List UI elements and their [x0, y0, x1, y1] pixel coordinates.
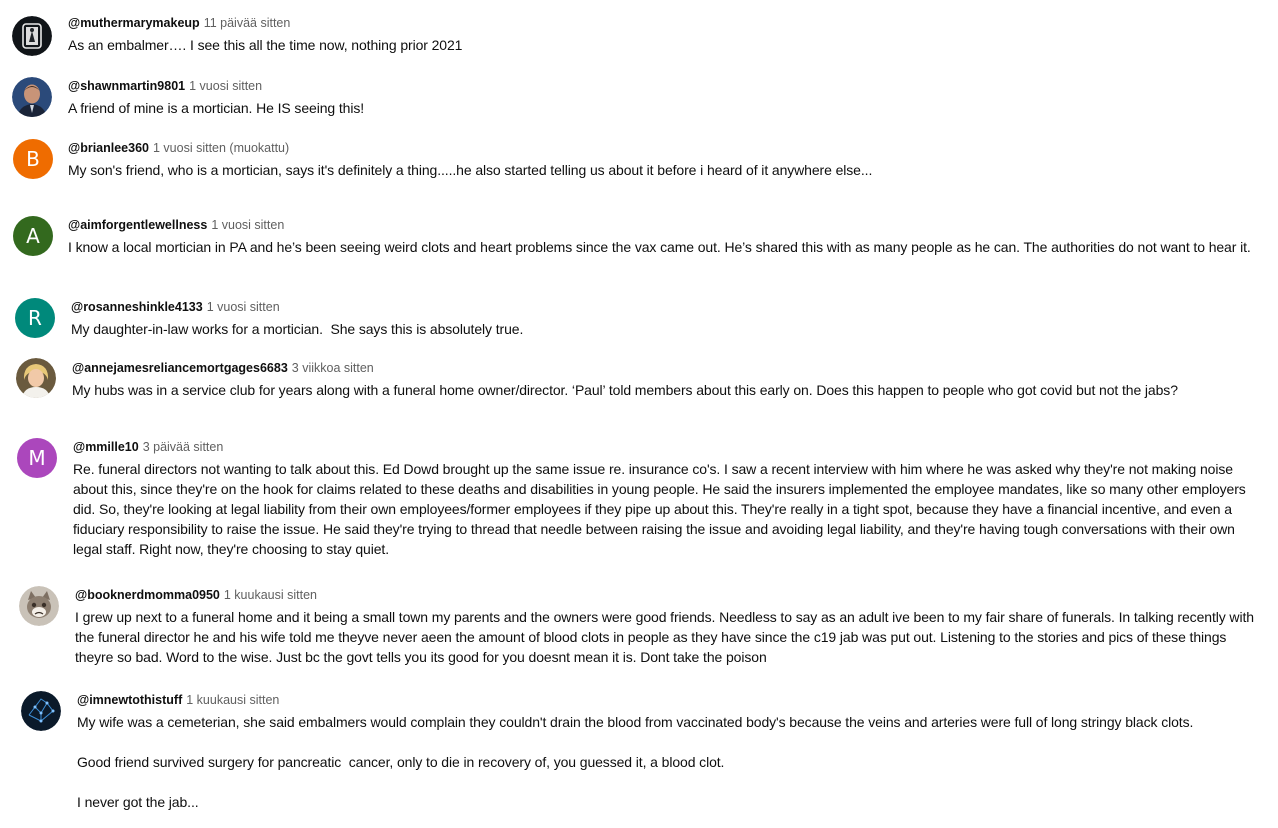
- profile-photo-icon: [12, 77, 52, 117]
- comment-timestamp[interactable]: 3 päivää sitten: [143, 440, 224, 454]
- comment-author[interactable]: @rosanneshinkle4133: [71, 300, 203, 314]
- avatar[interactable]: [19, 586, 59, 626]
- comment-header: @rosanneshinkle4133 1 vuosi sitten: [71, 298, 1254, 316]
- avatar[interactable]: M: [17, 438, 57, 478]
- comment-author[interactable]: @aimforgentlewellness: [68, 218, 207, 232]
- comment-header: @imnewtothistuff 1 kuukausi sitten: [77, 691, 1254, 709]
- comment-text: I know a local mortician in PA and he’s …: [68, 239, 1251, 255]
- avatar-letter: B: [26, 147, 40, 171]
- comment-timestamp[interactable]: 1 vuosi sitten (muokattu): [153, 141, 289, 155]
- comment-header: @shawnmartin9801 1 vuosi sitten: [68, 77, 1254, 95]
- comment-body: @brianlee360 1 vuosi sitten (muokattu) My…: [68, 139, 1254, 180]
- avatar[interactable]: [21, 691, 61, 731]
- comment-text: Re. funeral directors not wanting to tal…: [73, 461, 1250, 557]
- avatar-letter: R: [28, 306, 42, 330]
- comment-timestamp[interactable]: 1 vuosi sitten: [189, 79, 262, 93]
- comment-timestamp[interactable]: 1 vuosi sitten: [211, 218, 284, 232]
- avatar[interactable]: [16, 358, 56, 398]
- avatar[interactable]: B: [13, 139, 53, 179]
- comment-header: @muthermarymakeup 11 päivää sitten: [68, 14, 1254, 32]
- comment-text: My wife was a cemeterian, she said embal…: [77, 714, 1194, 810]
- comment-body: @annejamesreliancemortgages6683 3 viikkoa…: [72, 359, 1254, 400]
- comment-text: My hubs was in a service club for years …: [72, 382, 1178, 398]
- framed-portrait-icon: [12, 16, 52, 56]
- comment-header: @aimforgentlewellness 1 vuosi sitten: [68, 216, 1254, 234]
- comment-author[interactable]: @booknerdmomma0950: [75, 588, 220, 602]
- avatar[interactable]: R: [15, 298, 55, 338]
- comment-header: @mmille10 3 päivää sitten: [73, 438, 1254, 456]
- comment-body: @booknerdmomma0950 1 kuukausi sitten I gr…: [75, 586, 1254, 667]
- comment-header: @brianlee360 1 vuosi sitten (muokattu): [68, 139, 1254, 157]
- comment-body: @mmille10 3 päivää sitten Re. funeral dir…: [73, 438, 1254, 559]
- comment-body: @muthermarymakeup 11 päivää sitten As an …: [68, 14, 1254, 55]
- avatar-letter: A: [26, 224, 40, 248]
- comment-text: As an embalmer…. I see this all the time…: [68, 37, 463, 53]
- cat-photo-icon: [19, 586, 59, 626]
- comment-timestamp[interactable]: 3 viikkoa sitten: [292, 361, 374, 375]
- comment-body: @imnewtothistuff 1 kuukausi sitten My wif…: [77, 691, 1254, 812]
- comment-text: A friend of mine is a mortician. He IS s…: [68, 100, 365, 116]
- avatar[interactable]: [12, 77, 52, 117]
- comment-timestamp[interactable]: 11 päivää sitten: [204, 16, 291, 30]
- comment-timestamp[interactable]: 1 kuukausi sitten: [224, 588, 317, 602]
- comment-author[interactable]: @shawnmartin9801: [68, 79, 185, 93]
- comment-text: My son's friend, who is a mortician, say…: [68, 162, 873, 178]
- avatar[interactable]: [12, 16, 52, 56]
- blue-network-icon: [21, 691, 61, 731]
- comment-text: I grew up next to a funeral home and it …: [75, 609, 1258, 665]
- comment-author[interactable]: @imnewtothistuff: [77, 693, 182, 707]
- comment-author[interactable]: @muthermarymakeup: [68, 16, 200, 30]
- comment-timestamp[interactable]: 1 vuosi sitten: [207, 300, 280, 314]
- comment-author[interactable]: @annejamesreliancemortgages6683: [72, 361, 288, 375]
- avatar-letter: M: [28, 446, 46, 470]
- comment-header: @booknerdmomma0950 1 kuukausi sitten: [75, 586, 1254, 604]
- comment-body: @shawnmartin9801 1 vuosi sitten A friend …: [68, 77, 1254, 118]
- comment-text: My daughter-in-law works for a mortician…: [71, 321, 524, 337]
- profile-photo-icon: [16, 358, 56, 398]
- comment-timestamp[interactable]: 1 kuukausi sitten: [186, 693, 279, 707]
- comment-body: @rosanneshinkle4133 1 vuosi sitten My dau…: [71, 298, 1254, 339]
- comment-body: @aimforgentlewellness 1 vuosi sitten I kn…: [68, 216, 1254, 257]
- avatar[interactable]: A: [13, 216, 53, 256]
- comment-header: @annejamesreliancemortgages6683 3 viikkoa…: [72, 359, 1254, 377]
- comment-author[interactable]: @mmille10: [73, 440, 139, 454]
- comment-author[interactable]: @brianlee360: [68, 141, 149, 155]
